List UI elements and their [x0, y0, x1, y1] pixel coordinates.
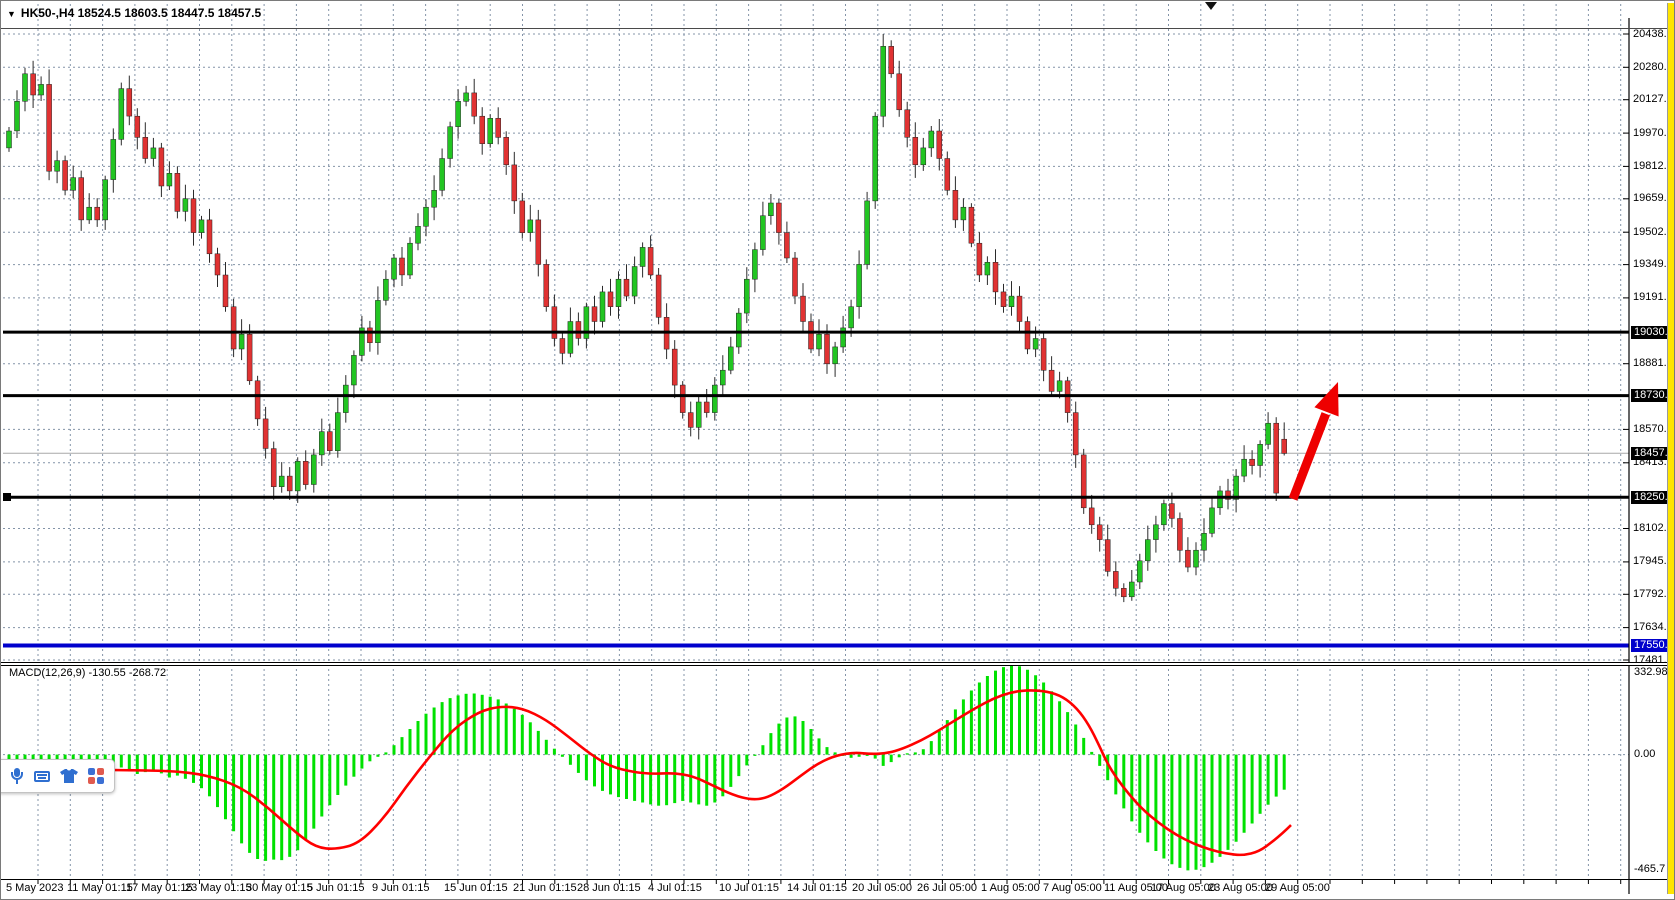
time-label: 30 May 01:15: [246, 882, 313, 894]
time-label: 14 Jul 01:15: [787, 882, 847, 894]
time-label: 26 Jul 05:00: [917, 882, 977, 894]
candlestick-chart[interactable]: [1, 1, 1675, 900]
time-label: 20 Jul 05:00: [852, 882, 912, 894]
keyboard-icon[interactable]: [34, 767, 50, 785]
time-label: 23 Aug 05:00: [1208, 882, 1273, 894]
chart-title-text: HK50-,H4 18524.5 18603.5 18447.5 18457.5: [21, 6, 261, 20]
pane-resize-handle[interactable]: [1, 662, 1675, 666]
apps-grid-icon[interactable]: [88, 767, 104, 785]
time-axis-line: [1, 879, 1675, 880]
candles: [7, 34, 1287, 602]
chart-title: ▼ HK50-,H4 18524.5 18603.5 18447.5 18457.…: [7, 6, 261, 20]
time-label: 15 Jun 01:15: [444, 882, 508, 894]
time-label: 21 Jun 01:15: [513, 882, 577, 894]
indicator-axis-max: 332.98: [1634, 666, 1668, 678]
time-label: 9 Jun 01:15: [372, 882, 430, 894]
chart-window: ▼ HK50-,H4 18524.5 18603.5 18447.5 18457.…: [0, 0, 1675, 900]
time-label: 23 May 01:15: [185, 882, 252, 894]
trend-arrow[interactable]: [1293, 382, 1339, 499]
time-label: 7 Aug 05:00: [1043, 882, 1102, 894]
time-label: 17 Aug 05:00: [1151, 882, 1216, 894]
symbol-dropdown-icon[interactable]: ▼: [7, 9, 16, 19]
grid: [3, 4, 1629, 878]
chart-shift-marker[interactable]: [1205, 2, 1217, 10]
time-label: 5 Jun 01:15: [307, 882, 365, 894]
indicator-axis-min: -465.7: [1634, 863, 1665, 875]
clothing-icon[interactable]: [60, 767, 78, 785]
axes: [38, 18, 1629, 894]
level-line-anchor[interactable]: [3, 493, 11, 501]
time-label: 29 Aug 05:00: [1265, 882, 1330, 894]
macd-pane: [9, 665, 1291, 870]
time-label: 10 Jul 01:15: [719, 882, 779, 894]
time-label: 28 Jun 01:15: [577, 882, 641, 894]
indicator-label: MACD(12,26,9) -130.55 -268.72: [9, 667, 166, 679]
right-edge-panel[interactable]: [1667, 3, 1675, 894]
time-label: 4 Jul 01:15: [648, 882, 702, 894]
input-toolbar: ✎: [0, 759, 115, 793]
microphone-icon[interactable]: [10, 767, 24, 785]
time-label: 17 May 01:15: [126, 882, 193, 894]
chart-top-border: [1, 28, 1675, 29]
indicator-axis-zero: 0.00: [1634, 748, 1655, 760]
time-label: 11 May 01:15: [67, 882, 133, 894]
time-label: 1 Aug 05:00: [981, 882, 1040, 894]
time-label: 5 May 2023: [6, 882, 63, 894]
